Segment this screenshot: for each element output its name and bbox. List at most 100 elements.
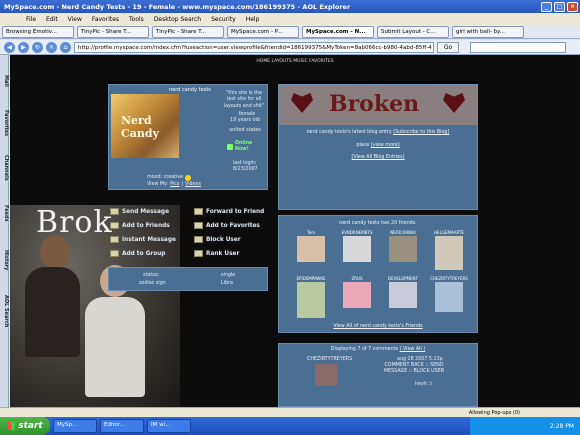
- friend-photo: [389, 282, 417, 308]
- blog-latest: nerd candy tests's latest blog entry: [306, 130, 392, 135]
- search-input[interactable]: [470, 41, 566, 53]
- taskbar-item-myspace[interactable]: MySp...: [53, 419, 97, 433]
- forward-to-friend-button[interactable]: Forward to Friend: [194, 208, 264, 215]
- sidebar-item-favorites[interactable]: Favorites: [0, 110, 9, 136]
- broken-banner: Broken: [279, 85, 477, 125]
- top-nav[interactable]: HOME LAYOUTS MUSIC FAVORITES: [10, 59, 580, 64]
- block-user-button[interactable]: Block User: [194, 236, 241, 243]
- friend-photo: [435, 282, 463, 312]
- go-button[interactable]: Go: [437, 41, 459, 53]
- broken-heart-icon: [291, 93, 313, 113]
- minimize-button[interactable]: _: [541, 1, 552, 12]
- woman-head: [40, 235, 70, 269]
- popup-status[interactable]: Allowing Pop-ups (0): [469, 410, 520, 416]
- taskbar-item-im[interactable]: IM wi...: [147, 419, 191, 433]
- last-login-date: 8/23/2007: [233, 167, 258, 172]
- im-icon: [110, 236, 119, 243]
- comments-box: Displaying 7 of 7 comments ( View All ) …: [278, 343, 478, 407]
- rank-user-button[interactable]: Rank User: [194, 250, 239, 257]
- status-label: status:: [143, 273, 160, 278]
- menu-file[interactable]: File: [26, 16, 36, 23]
- tab-myspace-nerd[interactable]: MySpace.com - N...: [302, 25, 374, 38]
- tab-tinypic-2[interactable]: TinyPic - Share T...: [152, 25, 224, 38]
- close-button[interactable]: ×: [567, 1, 578, 12]
- zodiac-value: Libra: [221, 281, 233, 286]
- tab-girl-with-ball[interactable]: girl with ball- by...: [452, 25, 524, 38]
- stop-icon[interactable]: ×: [46, 41, 57, 53]
- forward-icon[interactable]: ▶: [18, 41, 29, 53]
- details-box: status: single zodiac sign Libra: [108, 267, 268, 291]
- comment-actions[interactable]: COMMENT BACK :: SEND MESSAGE :: BLOCK US…: [379, 363, 449, 376]
- pics-link[interactable]: Pics: [170, 182, 179, 188]
- friend-card[interactable]: EVNDRNEMBTS: [337, 230, 377, 262]
- menu-tools[interactable]: Tools: [129, 16, 144, 23]
- add-to-favorites-button[interactable]: Add to Favorites: [194, 222, 260, 229]
- profile-headline: "this site is the test site for all layo…: [223, 91, 265, 109]
- commenter-photo[interactable]: [315, 364, 337, 386]
- menu-favorites[interactable]: Favorites: [92, 16, 119, 23]
- window-titlebar: MySpace.com - Nerd Candy Tests - 19 - Fe…: [0, 0, 580, 13]
- status-bar: Allowing Pop-ups (0): [0, 407, 580, 417]
- menu-security[interactable]: Security: [211, 16, 236, 23]
- url-input[interactable]: http://profile.myspace.com/index.cfm?fus…: [74, 41, 434, 53]
- refresh-icon[interactable]: ↻: [32, 41, 43, 53]
- sidebar-item-history[interactable]: History: [0, 250, 9, 270]
- window-title: MySpace.com - Nerd Candy Tests - 19 - Fe…: [4, 2, 351, 11]
- view-all-blog-link[interactable]: [View All Blog Entries]: [279, 155, 477, 160]
- tab-browsing-emotions[interactable]: Browsing Emotiv...: [2, 25, 74, 38]
- maximize-button[interactable]: □: [554, 1, 565, 12]
- friend-card[interactable]: HELGEMAARTE: [429, 230, 469, 270]
- add-to-group-button[interactable]: Add to Group: [110, 250, 165, 257]
- friend-card[interactable]: CHEZIRTYTREYERS: [429, 276, 469, 312]
- friend-photo: [389, 236, 417, 262]
- tab-submit-layout[interactable]: Submit Layout - C...: [377, 25, 449, 38]
- broken-heart-icon: [443, 93, 465, 113]
- friend-card[interactable]: Tom: [291, 230, 331, 262]
- tab-myspace-profile[interactable]: MySpace.com - P...: [227, 25, 299, 38]
- friend-card[interactable]: DEVELOPMENT: [383, 276, 423, 308]
- send-message-button[interactable]: Send Message: [110, 208, 169, 215]
- view-my-line: View My: Pics | Videos: [147, 182, 201, 188]
- blog-box: Broken nerd candy tests's latest blog en…: [278, 84, 478, 210]
- view-all-comments-link[interactable]: ( View All ): [400, 347, 426, 352]
- clock[interactable]: 2:28 PM: [550, 423, 574, 430]
- back-icon[interactable]: ◀: [4, 41, 15, 53]
- instant-message-button[interactable]: Instant Message: [110, 236, 176, 243]
- friend-card[interactable]: ZRUS: [337, 276, 377, 308]
- friend-card[interactable]: NERD KAWAI: [383, 230, 423, 262]
- menu-edit[interactable]: Edit: [46, 16, 58, 23]
- subscribe-link[interactable]: [Subscribe to this Blog]: [393, 130, 449, 135]
- menu-desktop-search[interactable]: Desktop Search: [154, 16, 201, 23]
- sidebar-item-feeds[interactable]: Feeds: [0, 205, 9, 222]
- sidebar-item-mail[interactable]: Mail: [0, 75, 9, 87]
- view-all-friends-link[interactable]: View All of nerd candy tests's Friends: [279, 324, 477, 329]
- menu-view[interactable]: View: [68, 16, 82, 23]
- view-more-link[interactable]: [view more]: [371, 143, 400, 148]
- address-bar: ◀ ▶ ↻ × ⌂ http://profile.myspace.com/ind…: [0, 40, 580, 55]
- commenter-name[interactable]: CHEZIRTYTREYERS: [307, 357, 352, 363]
- start-button[interactable]: start: [0, 417, 50, 435]
- add-to-friends-button[interactable]: Add to Friends: [110, 222, 170, 229]
- friend-card[interactable]: EPIDEMPAWKE: [291, 276, 331, 318]
- banner-text: Brok: [36, 205, 113, 240]
- blog-entry-line: place [view more]: [279, 143, 477, 148]
- sidebar-item-aol-search[interactable]: AOL Search: [0, 295, 9, 327]
- friend-photo: [297, 282, 325, 318]
- friend-photo: [297, 236, 325, 262]
- forward-icon: [194, 208, 203, 215]
- taskbar-item-editor[interactable]: Editor...: [100, 419, 144, 433]
- blog-entry-title[interactable]: place: [356, 143, 369, 148]
- online-icon: [227, 144, 233, 151]
- sidebar-item-channels[interactable]: Channels: [0, 155, 9, 181]
- woman-body: [25, 267, 80, 357]
- home-icon[interactable]: ⌂: [60, 41, 71, 53]
- comments-header-line: Displaying 7 of 7 comments ( View All ): [279, 347, 477, 352]
- tab-tinypic-1[interactable]: TinyPic - Share T...: [77, 25, 149, 38]
- videos-link[interactable]: Videos: [185, 182, 201, 188]
- add-friend-icon: [110, 222, 119, 229]
- profile-box: nerd candy tests Nerd Candy "this site i…: [108, 84, 268, 190]
- contact-box: Send Message Forward to Friend Add to Fr…: [108, 203, 268, 265]
- menu-help[interactable]: Help: [246, 16, 260, 23]
- profile-picture[interactable]: Nerd Candy: [111, 94, 179, 158]
- man-body: [85, 297, 145, 397]
